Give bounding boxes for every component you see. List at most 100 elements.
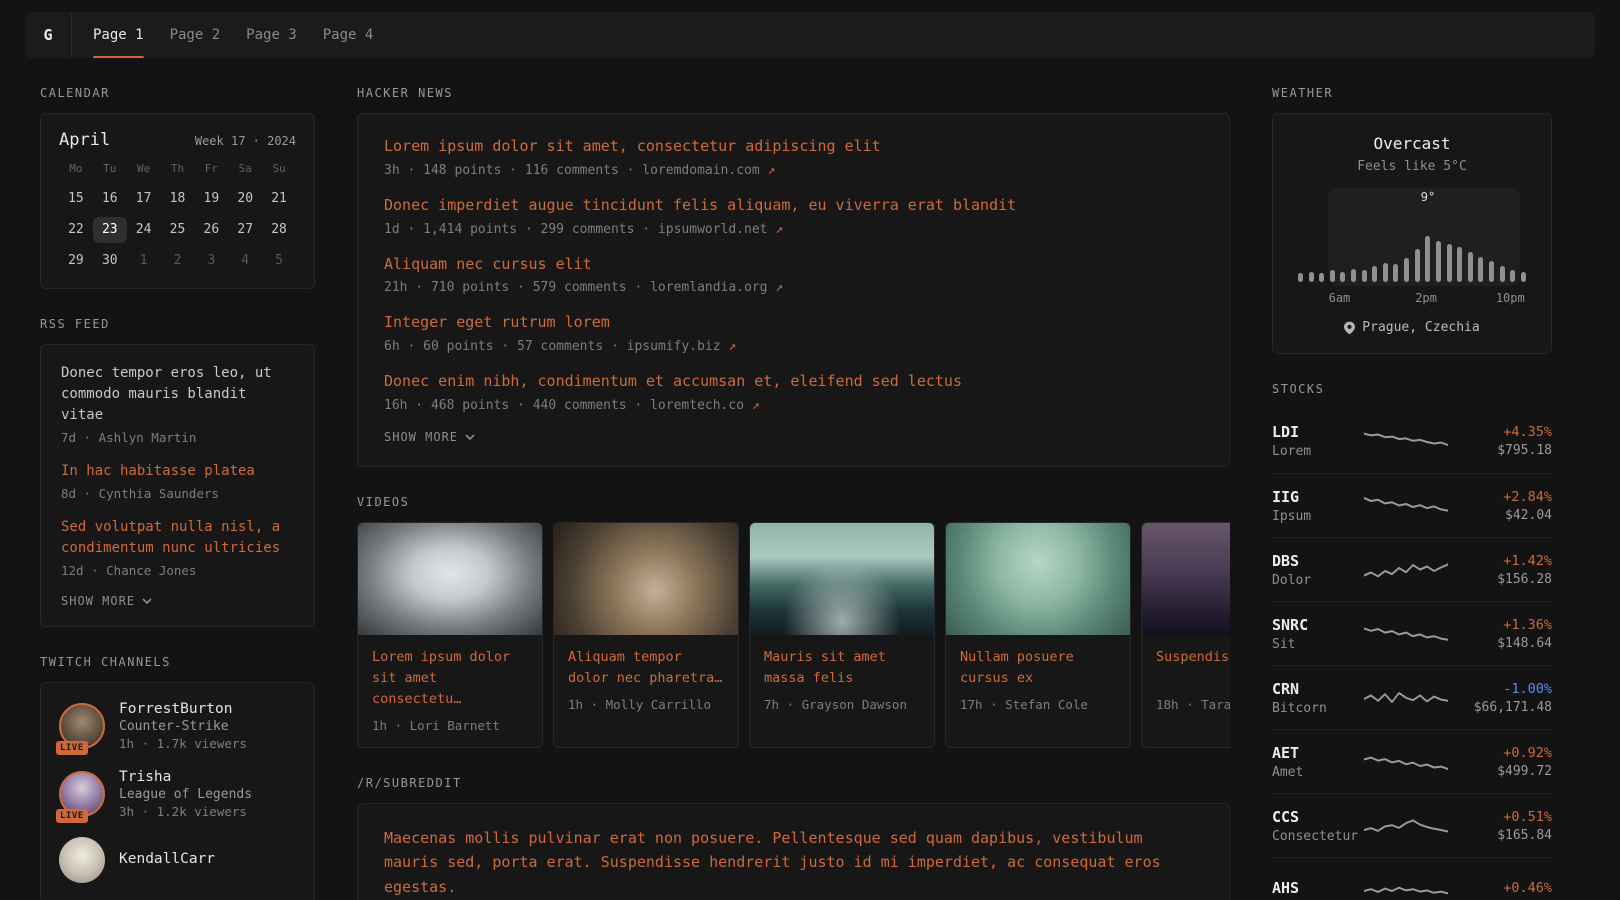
weather-temp-label: 9°: [1421, 190, 1435, 204]
hn-item-title[interactable]: Aliquam nec cursus elit: [384, 254, 1203, 276]
stock-row-snrc[interactable]: SNRC Sit +1.36% $148.64: [1272, 601, 1552, 665]
weather-feels-like: Feels like 5°C: [1295, 159, 1529, 174]
video-card[interactable]: Lorem ipsum dolor sit amet consectetu… 1…: [357, 522, 543, 748]
channel-avatar-image: [59, 837, 105, 883]
hn-item: Lorem ipsum dolor sit amet, consectetur …: [384, 136, 1203, 178]
video-title[interactable]: Suspendisse diam: [1156, 647, 1230, 689]
hn-show-more-label: SHOW MORE: [384, 430, 458, 444]
calendar-dow: Su: [262, 162, 296, 181]
video-title[interactable]: Lorem ipsum dolor sit amet consectetu…: [372, 647, 528, 710]
left-column: CALENDAR April Week 17 · 2024 MoTuWeThFr…: [40, 86, 315, 900]
calendar-header: April Week 17 · 2024: [59, 130, 296, 150]
videos-widget: VIDEOS Lorem ipsum dolor sit amet consec…: [357, 495, 1230, 748]
video-title[interactable]: Aliquam tempor dolor nec pharetra…: [568, 647, 724, 689]
calendar-day: 22: [59, 217, 93, 243]
calendar-day: 21: [262, 186, 296, 212]
stock-id: DBS Dolor: [1272, 552, 1364, 588]
stock-price: $499.72: [1460, 764, 1552, 779]
calendar-card: April Week 17 · 2024 MoTuWeThFrSaSu15161…: [40, 113, 315, 289]
video-thumbnail[interactable]: [750, 523, 934, 635]
weather-widget-title: WEATHER: [1272, 86, 1552, 100]
hn-domain-link[interactable]: ipsumworld.net: [658, 222, 768, 237]
stock-row-ccs[interactable]: CCS Consectetur +0.51% $165.84: [1272, 793, 1552, 857]
rss-show-more-button[interactable]: SHOW MORE: [61, 594, 294, 608]
hn-item-title[interactable]: Donec imperdiet augue tincidunt felis al…: [384, 195, 1203, 217]
rss-item-title[interactable]: Donec tempor eros leo, ut commodo mauris…: [61, 363, 294, 426]
weather-bar: [1383, 263, 1388, 282]
twitch-channel-trisha[interactable]: LIVE Trisha League of Legends 3h · 1.2k …: [59, 769, 296, 819]
tab-page-1[interactable]: Page 1: [93, 12, 144, 58]
stocks-widget: STOCKS LDI Lorem +4.35% $795.18: [1272, 382, 1552, 900]
hn-domain-link[interactable]: loremtech.co: [650, 398, 744, 413]
hn-domain-link[interactable]: ipsumify.biz: [627, 339, 721, 354]
stock-name: Ipsum: [1272, 509, 1364, 524]
app-logo[interactable]: G: [25, 12, 72, 58]
weather-bar: [1436, 241, 1441, 282]
calendar-widget-title: CALENDAR: [40, 86, 315, 100]
weather-bar: [1457, 247, 1462, 282]
video-card[interactable]: Mauris sit amet massa felis 7h · Grayson…: [749, 522, 935, 748]
live-badge: LIVE: [56, 741, 88, 755]
hacker-news-card: Lorem ipsum dolor sit amet, consectetur …: [357, 113, 1230, 467]
stock-row-ldi[interactable]: LDI Lorem +4.35% $795.18: [1272, 409, 1552, 473]
hn-domain-link[interactable]: loremdomain.com: [642, 163, 759, 178]
tab-page-3[interactable]: Page 3: [246, 12, 297, 58]
stock-row-dbs[interactable]: DBS Dolor +1.42% $156.28: [1272, 537, 1552, 601]
video-thumbnail[interactable]: [358, 523, 542, 635]
hn-domain-link[interactable]: loremlandia.org: [650, 280, 767, 295]
stock-change: +2.84%: [1460, 489, 1552, 505]
subreddit-post-title[interactable]: Maecenas mollis pulvinar erat non posuer…: [384, 826, 1203, 900]
avatar: LIVE: [59, 703, 105, 749]
stock-symbol: SNRC: [1272, 616, 1364, 634]
calendar-dow: Fr: [194, 162, 228, 181]
stock-row-aet[interactable]: AET Amet +0.92% $499.72: [1272, 729, 1552, 793]
stock-change: +0.51%: [1460, 809, 1552, 825]
hn-item-title[interactable]: Integer eget rutrum lorem: [384, 312, 1203, 334]
stock-id: SNRC Sit: [1272, 616, 1364, 652]
stock-symbol: AET: [1272, 744, 1364, 762]
weather-bar: [1298, 273, 1303, 282]
channel-game: Counter-Strike: [119, 719, 247, 734]
video-thumbnail[interactable]: [554, 523, 738, 635]
stock-spark-wrap: [1364, 423, 1460, 459]
hn-item-meta: 16h · 468 points · 440 comments · loremt…: [384, 398, 1203, 413]
channel-info: Trisha League of Legends 3h · 1.2k viewe…: [119, 769, 252, 819]
hn-item-title[interactable]: Donec enim nibh, condimentum et accumsan…: [384, 371, 1203, 393]
hn-meta-text: 1d · 1,414 points · 299 comments ·: [384, 222, 658, 237]
tab-page-4[interactable]: Page 4: [323, 12, 374, 58]
weather-bar: [1351, 269, 1356, 282]
video-meta: 1h · Lori Barnett: [372, 718, 528, 733]
rss-item-title[interactable]: Sed volutpat nulla nisl, a condimentum n…: [61, 517, 294, 559]
channel-name[interactable]: KendallCarr: [119, 851, 215, 867]
video-card[interactable]: Nullam posuere cursus ex 17h · Stefan Co…: [945, 522, 1131, 748]
channel-info: KendallCarr: [119, 851, 215, 869]
hn-show-more-button[interactable]: SHOW MORE: [384, 430, 1203, 444]
twitch-channel-forrestburton[interactable]: LIVE ForrestBurton Counter-Strike 1h · 1…: [59, 701, 296, 751]
stock-change: +1.36%: [1460, 617, 1552, 633]
hacker-news-widget-title: HACKER NEWS: [357, 86, 1230, 100]
video-title[interactable]: Nullam posuere cursus ex: [960, 647, 1116, 689]
twitch-channel-kendallcarr[interactable]: KendallCarr: [59, 837, 296, 883]
channel-name[interactable]: ForrestBurton: [119, 701, 247, 717]
video-thumbnail[interactable]: [1142, 523, 1230, 635]
video-thumbnail[interactable]: [946, 523, 1130, 635]
rss-item-meta: 7d · Ashlyn Martin: [61, 430, 294, 445]
calendar-day: 26: [194, 217, 228, 243]
channel-meta: 1h · 1.7k viewers: [119, 736, 247, 751]
stock-row-iig[interactable]: IIG Ipsum +2.84% $42.04: [1272, 473, 1552, 537]
video-card[interactable]: Suspendisse diam 18h · Tara: [1141, 522, 1230, 748]
video-title[interactable]: Mauris sit amet massa felis: [764, 647, 920, 689]
subreddit-card: Maecenas mollis pulvinar erat non posuer…: [357, 803, 1230, 900]
hn-item-meta: 6h · 60 points · 57 comments · ipsumify.…: [384, 339, 1203, 354]
stock-id: LDI Lorem: [1272, 423, 1364, 459]
channel-name[interactable]: Trisha: [119, 769, 252, 785]
stock-price: $795.18: [1460, 443, 1552, 458]
tab-page-2[interactable]: Page 2: [170, 12, 221, 58]
weather-bars: [1295, 208, 1529, 282]
stocks-list: LDI Lorem +4.35% $795.18 IIG Ipsum: [1272, 409, 1552, 900]
hn-item-title[interactable]: Lorem ipsum dolor sit amet, consectetur …: [384, 136, 1203, 158]
stock-row-ahs[interactable]: AHS +0.46%: [1272, 857, 1552, 900]
video-card[interactable]: Aliquam tempor dolor nec pharetra… 1h · …: [553, 522, 739, 748]
rss-item-title[interactable]: In hac habitasse platea: [61, 461, 294, 482]
stock-row-crn[interactable]: CRN Bitcorn -1.00% $66,171.48: [1272, 665, 1552, 729]
